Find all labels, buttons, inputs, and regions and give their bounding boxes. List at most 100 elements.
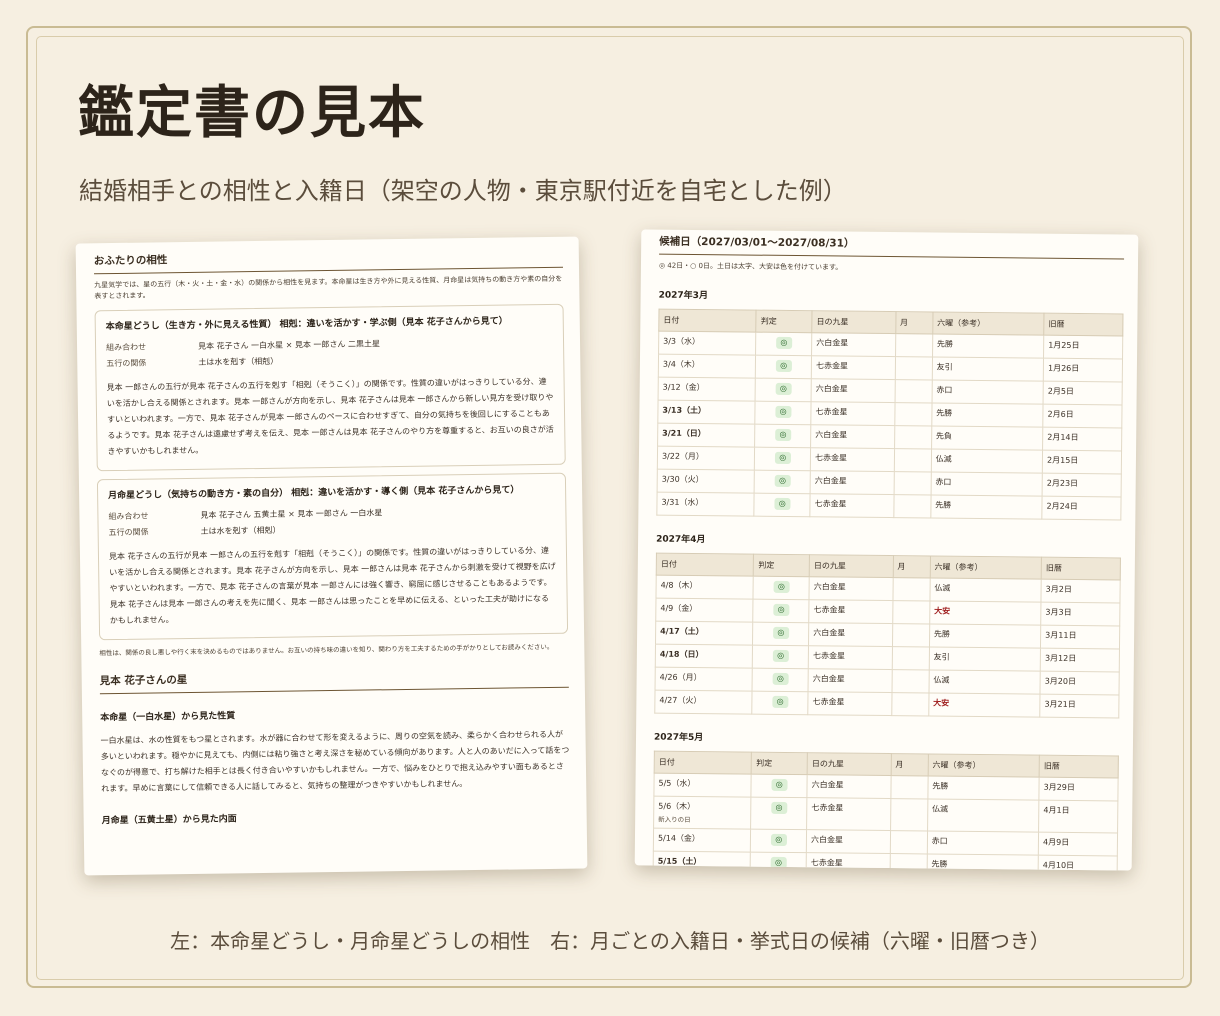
nine-star-cell: 六白金星	[811, 332, 896, 357]
column-header: 六曜（参考）	[927, 753, 1040, 778]
getsumei-compat-card: 月命星どうし（気持ちの動き方・素の自分） 相剋：違いを活かす・導く側（見本 花子…	[96, 472, 569, 641]
nine-star-cell: 七赤金星	[810, 401, 895, 426]
column-header: 日の九星	[807, 752, 891, 776]
nine-star-cell: 六白金星	[808, 622, 893, 647]
column-header: 旧暦	[1039, 755, 1119, 778]
judgement-mark: ◎	[770, 833, 787, 846]
table-row: 4/27（火） ◎ 七赤金星 大安 3月21日	[654, 690, 1119, 718]
honmei-subheading: 本命星（一白水星）から見た性質	[100, 711, 236, 724]
date-cell: 4/9（金）	[655, 598, 754, 623]
date-cell: 3/22（月）	[657, 446, 756, 471]
judgement-mark: ◎	[775, 336, 792, 349]
rokuyo-cell: 赤口	[927, 830, 1039, 856]
kyureki-cell: 3月12日	[1040, 648, 1120, 672]
date-cell: 5/5（水）	[653, 773, 752, 798]
month-cell	[892, 623, 930, 647]
judgement-cell: ◎	[755, 355, 812, 379]
honmei-compat-card: 本命星どうし（生き方・外に見える性質） 相剋：違いを活かす・学ぶ側（見本 花子さ…	[94, 303, 566, 472]
month-cell	[889, 853, 928, 871]
nine-star-cell: 六白金星	[808, 668, 892, 693]
date-text: 4/8（木）	[660, 580, 698, 591]
kyureki-cell: 3月11日	[1040, 625, 1120, 649]
judgement-mark: ◎	[771, 778, 788, 791]
date-text: 4/9（金）	[660, 603, 698, 614]
date-text: 5/5（水）	[658, 778, 696, 789]
judgement-mark: ◎	[772, 672, 789, 685]
nine-star-cell: 六白金星	[806, 829, 891, 854]
date-cell: 3/13（土）	[657, 400, 756, 425]
month-cell	[895, 333, 933, 357]
date-cell: 5/6（木） 新入りの日	[653, 796, 752, 830]
date-text: 5/15（土）	[657, 856, 702, 867]
nine-star-cell: 七赤金星	[806, 797, 891, 831]
judgement-cell: ◎	[755, 401, 812, 425]
judgement-mark: ◎	[774, 497, 791, 510]
date-text: 4/18（日）	[659, 649, 704, 660]
column-header: 六曜（参考）	[929, 555, 1042, 580]
judgement-mark: ◎	[775, 359, 792, 372]
date-text: 3/31（水）	[661, 497, 704, 508]
row-key: 五行の関係	[108, 527, 149, 538]
judgement-mark: ◎	[774, 451, 791, 464]
rokuyo-cell: 赤口	[930, 471, 1043, 497]
date-cell: 3/21（日）	[657, 423, 756, 448]
rokuyo-cell: 仏滅	[927, 798, 1039, 833]
kyureki-cell: 2月24日	[1041, 496, 1122, 520]
month-cell	[891, 692, 929, 716]
page-title: 鑑定書の見本	[78, 80, 426, 146]
rokuyo-cell: 大安	[929, 600, 1042, 626]
date-cell: 3/31（水）	[656, 492, 755, 517]
date-text: 3/12（金）	[662, 382, 705, 393]
date-text: 5/6（木）	[658, 801, 696, 812]
column-header: 判定	[751, 752, 808, 775]
compatibility-note: 相性は、関係の良し悪しや行く末を決めるものではありません。お互いの持ち味の違いを…	[99, 642, 554, 658]
column-header: 日の九星	[811, 310, 896, 334]
kyureki-cell: 3月20日	[1040, 671, 1120, 695]
column-header: 判定	[753, 554, 810, 577]
kyureki-cell: 2月5日	[1043, 381, 1123, 405]
month-heading: 2027年5月	[653, 732, 704, 744]
kyureki-cell: 3月29日	[1038, 777, 1119, 801]
compatibility-intro: 九星気学では、星の五行（木・火・土・金・水）の関係から相性を見ます。本命星は生き…	[94, 274, 563, 301]
table-row: 5/6（木） 新入りの日 ◎ 七赤金星 仏滅 4月1日	[653, 796, 1118, 833]
kyureki-cell: 2月15日	[1042, 450, 1122, 474]
month-cell	[890, 798, 928, 831]
kyureki-cell: 2月14日	[1042, 427, 1122, 451]
judgement-cell: ◎	[754, 447, 811, 471]
column-header: 月	[892, 555, 931, 578]
judgement-mark: ◎	[773, 580, 790, 593]
judgement-mark: ◎	[772, 695, 789, 708]
judgement-mark: ◎	[770, 801, 788, 814]
rokuyo-cell: 友引	[928, 646, 1041, 672]
month-cell	[893, 494, 931, 518]
nine-star-cell: 七赤金星	[810, 447, 895, 472]
nine-star-cell: 六白金星	[807, 774, 891, 799]
candidate-table: 日付 判定 日の九星月六曜（参考） 旧暦 4/8（木） ◎ 六白金星 仏滅 3月2日 4/9（金）…	[654, 553, 1121, 719]
date-cell: 3/4（木）	[658, 354, 756, 379]
judgement-cell: ◎	[753, 576, 810, 600]
column-header: 月	[890, 753, 929, 776]
month-cell	[894, 379, 933, 403]
rokuyo-cell: 仏滅	[929, 577, 1042, 603]
column-header: 旧暦	[1041, 557, 1121, 580]
judgement-cell: ◎	[755, 378, 812, 402]
date-note: 新入りの日	[658, 815, 691, 824]
judgement-cell: ◎	[753, 599, 810, 623]
nine-star-cell: 六白金星	[809, 576, 893, 601]
rokuyo-cell: 先勝	[930, 494, 1043, 520]
date-cell: 4/8（木）	[655, 575, 754, 600]
rokuyo-cell: 大安	[928, 692, 1041, 718]
page-caption: 左：本命星どうし・月命星どうしの相性 右：月ごとの入籍日・挙式日の候補（六曜・旧…	[170, 929, 1050, 953]
month-cell	[893, 448, 932, 472]
row-key: 組み合わせ	[108, 511, 149, 522]
judgement-mark: ◎	[775, 405, 792, 418]
rokuyo-cell: 先勝	[931, 402, 1044, 428]
date-text: 3/4（木）	[662, 359, 700, 370]
judgement-cell: ◎	[752, 668, 809, 692]
kyureki-cell: 3月2日	[1041, 579, 1121, 603]
rokuyo-cell: 赤口	[931, 379, 1044, 405]
date-text: 3/21（日）	[662, 428, 706, 439]
month-cell	[893, 471, 932, 495]
kyureki-cell: 2月23日	[1042, 473, 1122, 497]
date-cell: 4/17（土）	[655, 621, 754, 646]
